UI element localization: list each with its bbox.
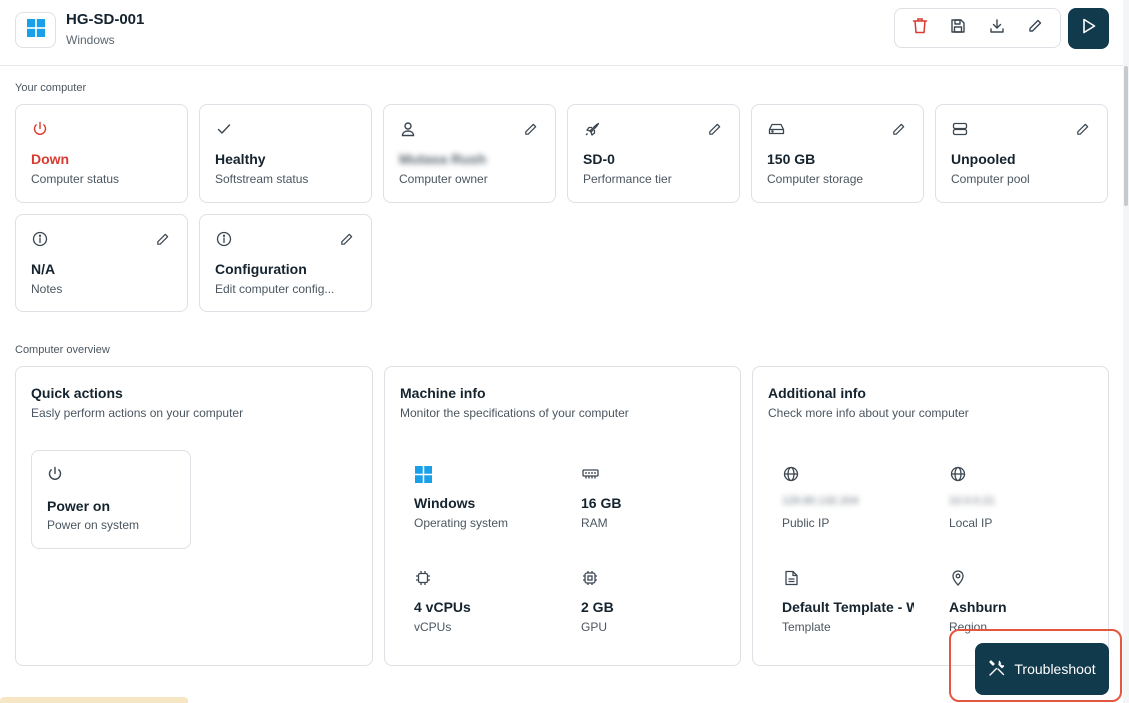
- card-value: Mutasa Rush: [399, 151, 487, 167]
- info-value: Default Template - Windows: [782, 599, 914, 615]
- scrollbar[interactable]: [1123, 0, 1129, 703]
- troubleshoot-button[interactable]: Troubleshoot: [975, 643, 1109, 695]
- scroll-thumb[interactable]: [1124, 66, 1128, 206]
- power-icon: [47, 466, 63, 487]
- power-icon: [31, 120, 49, 138]
- computer-os: Windows: [66, 33, 115, 47]
- windows-logo-icon: [26, 18, 45, 42]
- card-value: Configuration: [215, 261, 307, 277]
- rocket-icon: [583, 120, 601, 138]
- info-value: Ashburn: [949, 599, 1007, 615]
- panel-title: Quick actions: [31, 385, 123, 401]
- panel-title: Additional info: [768, 385, 866, 401]
- trash-icon: [912, 17, 928, 39]
- info-label: Template: [782, 620, 831, 634]
- panel-subtitle: Monitor the specifications of your compu…: [400, 406, 629, 420]
- pencil-icon[interactable]: [889, 120, 907, 138]
- card-label: Notes: [31, 282, 63, 296]
- section-computer-overview: Computer overview: [15, 344, 110, 356]
- machine-info-panel: Machine info Monitor the specifications …: [384, 366, 741, 666]
- action-title: Power on: [47, 498, 111, 514]
- info-value: 2 GB: [581, 599, 614, 615]
- info-icon: [215, 230, 233, 248]
- computer-name: HG-SD-001: [66, 11, 145, 28]
- card-label: Computer pool: [951, 172, 1030, 186]
- section-your-computer: Your computer: [15, 82, 87, 94]
- troubleshoot-label: Troubleshoot: [1014, 661, 1096, 677]
- ram-icon: [581, 465, 599, 483]
- bottom-toast-edge: [0, 697, 188, 703]
- computer-status-card: Down Computer status: [15, 104, 188, 203]
- start-button[interactable]: [1068, 8, 1109, 49]
- card-value: SD-0: [583, 151, 615, 167]
- power-on-button[interactable]: Power on Power on system: [31, 450, 191, 549]
- quick-actions-panel: Quick actions Easly perform actions on y…: [15, 366, 373, 666]
- edit-button[interactable]: [1021, 14, 1049, 42]
- panel-subtitle: Easly perform actions on your computer: [31, 406, 244, 420]
- softstream-status-card: Healthy Softstream status: [199, 104, 372, 203]
- card-value: Unpooled: [951, 151, 1016, 167]
- info-label: RAM: [581, 516, 608, 530]
- globe-icon: [782, 465, 800, 483]
- download-button[interactable]: [983, 14, 1011, 42]
- configuration-card: Configuration Edit computer config...: [199, 214, 372, 312]
- pencil-icon[interactable]: [1073, 120, 1091, 138]
- check-icon: [215, 120, 233, 138]
- os-badge: [15, 12, 56, 48]
- card-label: Edit computer config...: [215, 282, 335, 296]
- delete-button[interactable]: [906, 14, 934, 42]
- additional-info-panel: Additional info Check more info about yo…: [752, 366, 1109, 666]
- location-pin-icon: [949, 569, 967, 587]
- card-label: Performance tier: [583, 172, 672, 186]
- info-label: vCPUs: [414, 620, 452, 634]
- windows-logo-icon: [414, 465, 432, 483]
- gpu-icon: [581, 569, 599, 587]
- info-value: 10.0.0.21: [949, 495, 995, 507]
- card-label: Computer storage: [767, 172, 864, 186]
- info-label: Operating system: [414, 516, 509, 530]
- info-label: Local IP: [949, 516, 993, 530]
- panel-title: Machine info: [400, 385, 486, 401]
- pencil-icon[interactable]: [337, 230, 355, 248]
- globe-icon: [949, 465, 967, 483]
- computer-owner-card: Mutasa Rush Computer owner: [383, 104, 556, 203]
- card-value: Down: [31, 151, 70, 167]
- pencil-icon[interactable]: [153, 230, 171, 248]
- card-value: Healthy: [215, 151, 266, 167]
- pencil-icon: [1027, 18, 1043, 39]
- action-label: Power on system: [47, 518, 140, 532]
- card-label: Computer owner: [399, 172, 488, 186]
- tools-icon: [988, 659, 1006, 680]
- card-value: N/A: [31, 261, 56, 277]
- page-header: HG-SD-001 Windows: [0, 0, 1129, 66]
- notes-card: N/A Notes: [15, 214, 188, 312]
- info-label: GPU: [581, 620, 608, 634]
- play-icon: [1082, 18, 1096, 39]
- performance-tier-card: SD-0 Performance tier: [567, 104, 740, 203]
- cpu-icon: [414, 569, 432, 587]
- pencil-icon[interactable]: [705, 120, 723, 138]
- computer-storage-card: 150 GB Computer storage: [751, 104, 924, 203]
- info-value: 129.80.132.204: [782, 495, 859, 507]
- storage-icon: [767, 120, 785, 138]
- info-icon: [31, 230, 49, 248]
- card-label: Computer status: [31, 172, 120, 186]
- computer-pool-card: Unpooled Computer pool: [935, 104, 1108, 203]
- card-value: 150 GB: [767, 151, 816, 167]
- info-label: Public IP: [782, 516, 830, 530]
- user-icon: [399, 120, 417, 138]
- pencil-icon[interactable]: [521, 120, 539, 138]
- card-label: Softstream status: [215, 172, 309, 186]
- download-icon: [989, 18, 1005, 39]
- info-value: Windows: [414, 495, 476, 511]
- save-button[interactable]: [944, 14, 972, 42]
- info-value: 16 GB: [581, 495, 622, 511]
- info-value: 4 vCPUs: [414, 599, 471, 615]
- document-icon: [782, 569, 800, 587]
- save-icon: [950, 18, 966, 39]
- action-toolbar: [894, 8, 1061, 48]
- pool-icon: [951, 120, 969, 138]
- panel-subtitle: Check more info about your computer: [768, 406, 969, 420]
